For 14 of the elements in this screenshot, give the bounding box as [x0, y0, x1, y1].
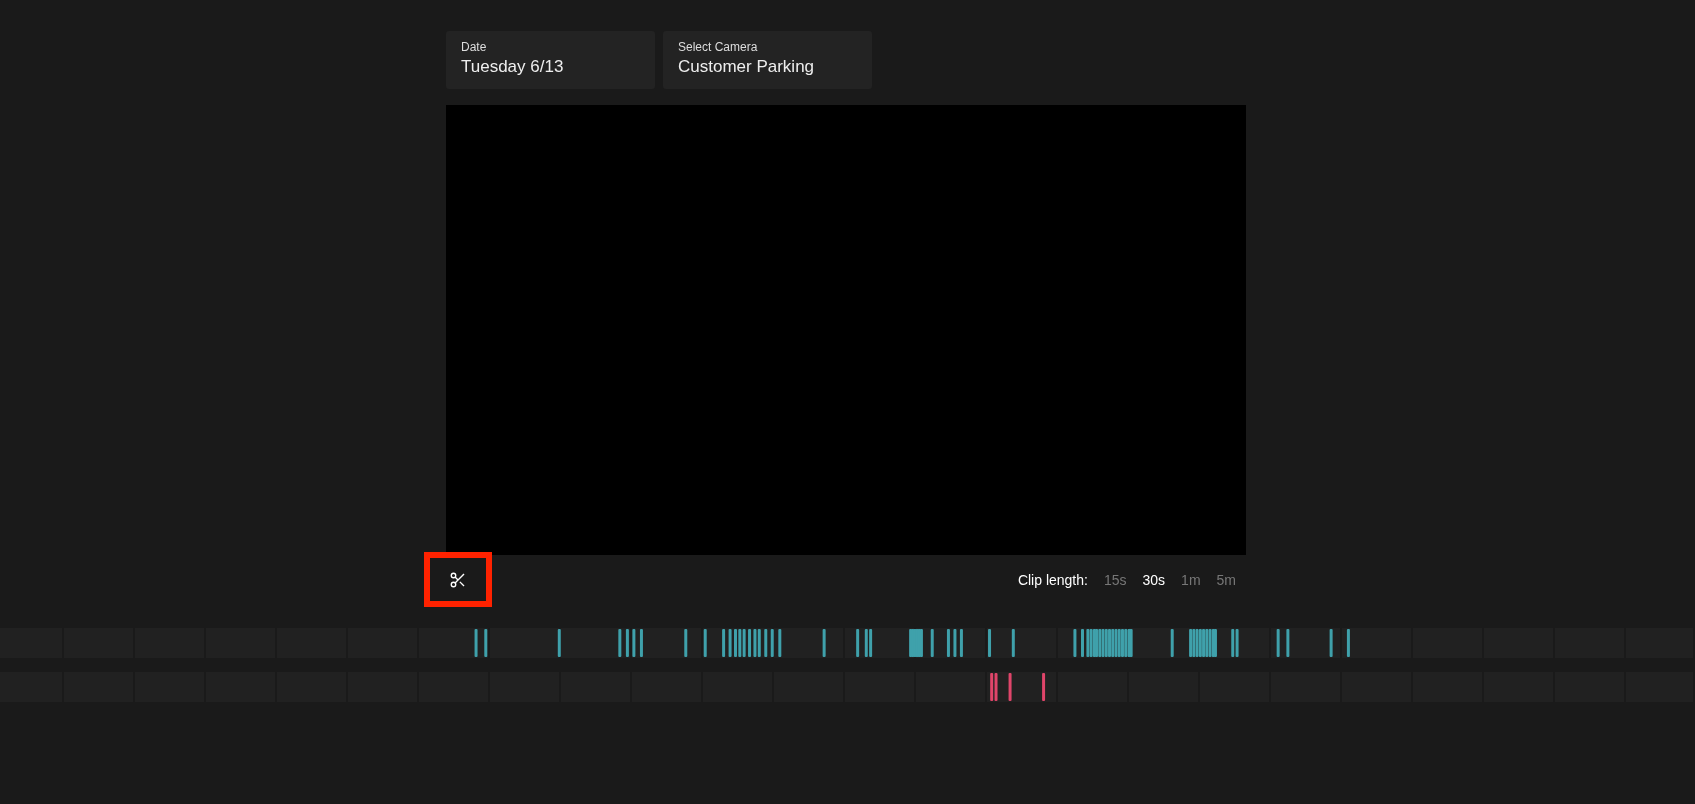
trim-button[interactable]: [424, 552, 492, 607]
timeline-drawing[interactable]: [0, 628, 1695, 658]
dropdown-field[interactable]: Date Tuesday 6/13: [446, 31, 655, 89]
clip-length-option[interactable]: 30s: [1142, 571, 1166, 588]
field-value: Customer Parking: [678, 57, 816, 77]
field-label: Select Camera: [678, 40, 759, 54]
clip-length-option[interactable]: 5m: [1216, 571, 1236, 588]
dropdown-field[interactable]: Select Camera Customer Parking: [663, 31, 872, 89]
field-label: Date: [461, 40, 488, 54]
field-value: Tuesday 6/13: [461, 57, 565, 77]
clip-length-option[interactable]: 15s: [1103, 571, 1127, 588]
scissors-icon: [449, 570, 467, 589]
clip-length-option[interactable]: 1m: [1181, 571, 1201, 588]
clip-length-label: Clip length:: [1017, 571, 1088, 588]
